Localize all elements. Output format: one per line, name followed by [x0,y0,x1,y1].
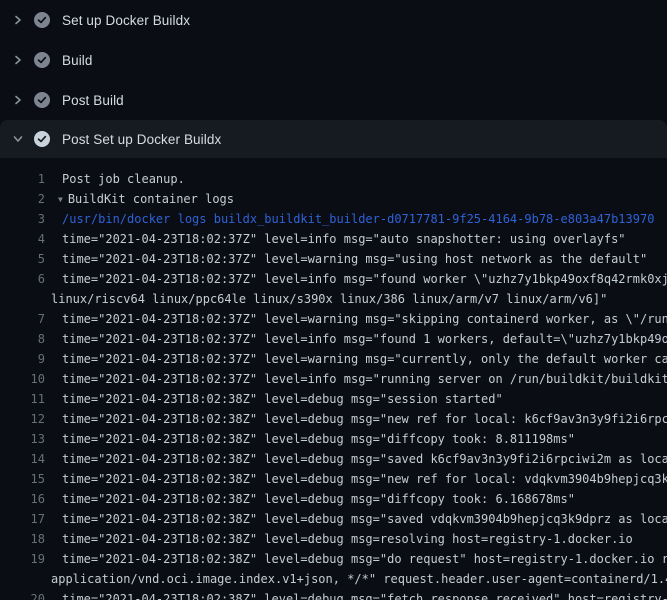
check-circle-icon [34,92,50,108]
log-line-number[interactable]: 11 [0,389,45,409]
log-line-number[interactable]: 3 [0,209,45,229]
log-line-text: linux/riscv64 linux/ppc64le linux/s390x … [45,289,607,309]
log-line-number[interactable]: 16 [0,489,45,509]
log-line-number[interactable]: 2 [0,189,45,209]
log-line-number[interactable]: 4 [0,229,45,249]
log-line-number[interactable]: 6 [0,269,45,289]
log-line-text: ▼ BuildKit container logs [45,189,234,209]
log-line-number[interactable]: 13 [0,429,45,449]
log-line-number[interactable]: 18 [0,529,45,549]
log-line: 5time="2021-04-23T18:02:37Z" level=warni… [0,249,667,269]
log-line-number[interactable]: 14 [0,449,45,469]
log-line: 16time="2021-04-23T18:02:38Z" level=debu… [0,489,667,509]
log-line-number[interactable]: 15 [0,469,45,489]
log-line: 7time="2021-04-23T18:02:37Z" level=warni… [0,309,667,329]
log-line: 6time="2021-04-23T18:02:37Z" level=info … [0,269,667,289]
step-label: Set up Docker Buildx [62,13,190,28]
log-line: 20time="2021-04-23T18:02:38Z" level=debu… [0,589,667,600]
log-line-text: time="2021-04-23T18:02:37Z" level=warnin… [45,309,667,329]
log-line: 11time="2021-04-23T18:02:38Z" level=debu… [0,389,667,409]
step-build[interactable]: Build [0,40,667,80]
log-line: 12time="2021-04-23T18:02:38Z" level=debu… [0,409,667,429]
log-line-text: time="2021-04-23T18:02:38Z" level=debug … [45,549,667,569]
check-circle-icon [34,131,50,147]
log-line-number[interactable]: 1 [0,169,45,189]
log-line-text: time="2021-04-23T18:02:37Z" level=info m… [45,329,667,349]
log-line-text: time="2021-04-23T18:02:38Z" level=debug … [45,449,667,469]
step-post-set-up-docker-buildx[interactable]: Post Set up Docker Buildx [0,120,667,158]
log-line-text: Post job cleanup. [45,169,185,189]
log-line-number[interactable]: 8 [0,329,45,349]
log-line-text: time="2021-04-23T18:02:37Z" level=info m… [45,369,667,389]
log-line-number[interactable]: 19 [0,549,45,569]
step-post-build[interactable]: Post Build [0,80,667,120]
log-line: 13time="2021-04-23T18:02:38Z" level=debu… [0,429,667,449]
log-line-text: time="2021-04-23T18:02:38Z" level=debug … [45,529,633,549]
log-line: 8time="2021-04-23T18:02:37Z" level=info … [0,329,667,349]
log-line: 4time="2021-04-23T18:02:37Z" level=info … [0,229,667,249]
log-line-number[interactable]: 7 [0,309,45,329]
log-line: 9time="2021-04-23T18:02:37Z" level=warni… [0,349,667,369]
log-line-text: time="2021-04-23T18:02:37Z" level=warnin… [45,349,667,369]
step-set-up-docker-buildx[interactable]: Set up Docker Buildx [0,0,667,40]
log-line: 2 ▼ BuildKit container logs [0,189,667,209]
log-line-text: application/vnd.oci.image.index.v1+json,… [45,569,667,589]
log-line-text: time="2021-04-23T18:02:38Z" level=debug … [45,469,667,489]
step-label: Post Set up Docker Buildx [62,132,221,147]
log-line: 10time="2021-04-23T18:02:37Z" level=info… [0,369,667,389]
chevron-right-icon [12,14,24,26]
log-line-text: time="2021-04-23T18:02:37Z" level=info m… [45,229,626,249]
log-line-text: time="2021-04-23T18:02:38Z" level=debug … [45,589,667,600]
log-line-number[interactable]: 17 [0,509,45,529]
log-line-number [0,289,45,309]
chevron-right-icon [12,94,24,106]
log-line: 18time="2021-04-23T18:02:38Z" level=debu… [0,529,667,549]
workflow-log-panel: Set up Docker Buildx Build Post Build Po… [0,0,667,600]
log-line-number[interactable]: 9 [0,349,45,369]
log-line-text: time="2021-04-23T18:02:38Z" level=debug … [45,509,667,529]
log-line-number[interactable]: 5 [0,249,45,269]
log-line-text: time="2021-04-23T18:02:38Z" level=debug … [45,489,575,509]
log-line: linux/riscv64 linux/ppc64le linux/s390x … [0,289,667,309]
step-label: Post Build [62,93,124,108]
step-label: Build [62,53,93,68]
log-line-text: time="2021-04-23T18:02:38Z" level=debug … [45,409,667,429]
check-circle-icon [34,52,50,68]
log-line-number [0,569,45,589]
log-line-number[interactable]: 20 [0,589,45,600]
chevron-down-icon [12,133,24,145]
log-line: 19time="2021-04-23T18:02:38Z" level=debu… [0,549,667,569]
check-circle-icon [34,12,50,28]
log-line: 15time="2021-04-23T18:02:38Z" level=debu… [0,469,667,489]
log-line-text: time="2021-04-23T18:02:38Z" level=debug … [45,389,503,409]
chevron-right-icon [12,54,24,66]
group-label[interactable]: BuildKit container logs [68,192,234,206]
log-line: 14time="2021-04-23T18:02:38Z" level=debu… [0,449,667,469]
log-line-number[interactable]: 12 [0,409,45,429]
log-line-text: time="2021-04-23T18:02:37Z" level=warnin… [45,249,647,269]
log-command-text: /usr/bin/docker logs buildx_buildkit_bui… [45,209,654,229]
group-caret-icon[interactable]: ▼ [58,190,63,210]
log-line-text: time="2021-04-23T18:02:38Z" level=debug … [45,429,575,449]
log-area: 1Post job cleanup.2 ▼ BuildKit container l… [0,158,667,600]
log-line: 17time="2021-04-23T18:02:38Z" level=debu… [0,509,667,529]
log-line: 1Post job cleanup. [0,169,667,189]
log-line: 3/usr/bin/docker logs buildx_buildkit_bu… [0,209,667,229]
log-line: application/vnd.oci.image.index.v1+json,… [0,569,667,589]
log-line-number[interactable]: 10 [0,369,45,389]
log-line-text: time="2021-04-23T18:02:37Z" level=info m… [45,269,667,289]
